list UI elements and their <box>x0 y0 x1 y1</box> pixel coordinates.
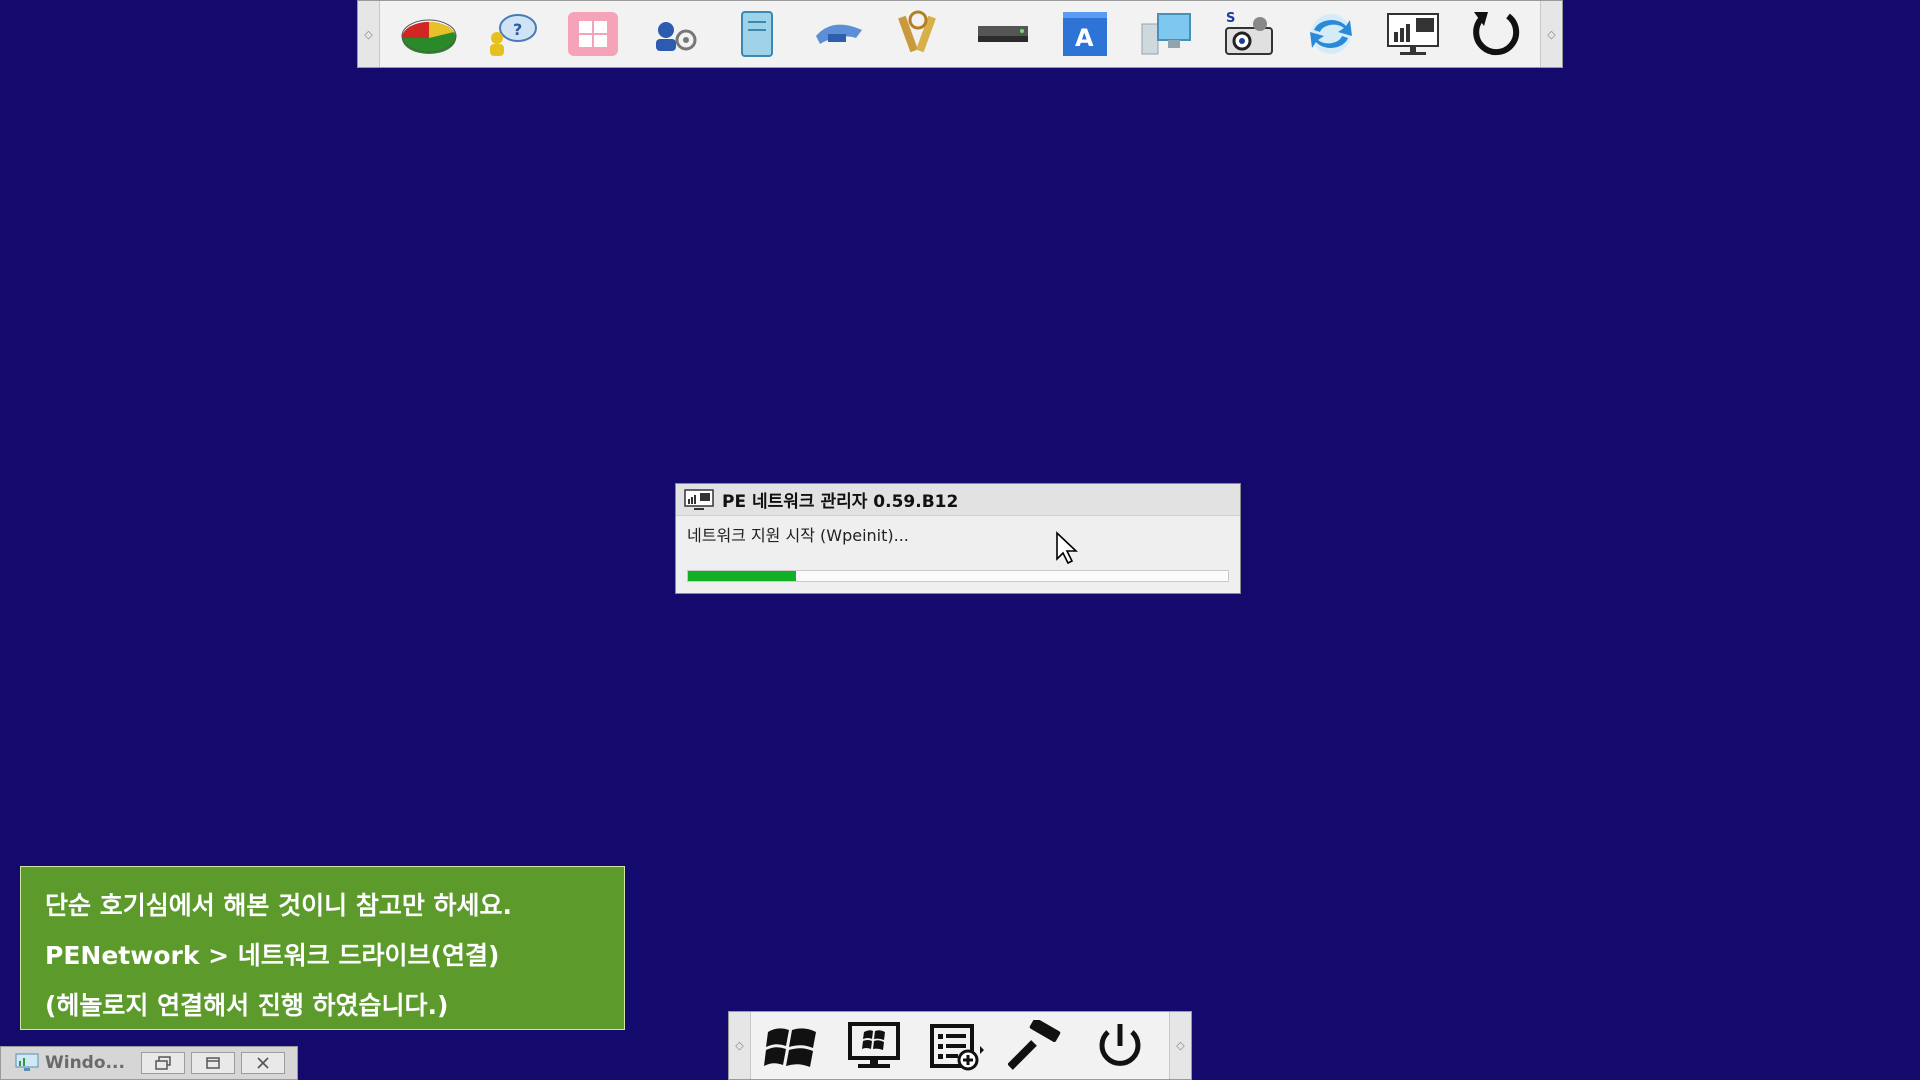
notice-line: 단순 호기심에서 해본 것이니 참고만 하세요. <box>45 891 513 920</box>
startbar-scroll-right-button[interactable]: ◇ <box>1169 1012 1191 1079</box>
startbar-scroll-left-button[interactable]: ◇ <box>729 1012 751 1079</box>
pe-network-manager-dialog: PE 네트워크 관리자 0.59.B12 네트워크 지원 시작 (Wpeinit… <box>675 483 1241 594</box>
progress-bar <box>687 570 1229 582</box>
progress-fill <box>688 571 796 581</box>
network-monitor-icon <box>684 488 714 510</box>
close-button[interactable] <box>241 1052 285 1074</box>
toolbar-icons: ? A S <box>380 1 1536 67</box>
text-editor-icon[interactable]: A <box>1044 4 1126 64</box>
tools-hammer-icon[interactable] <box>997 1016 1079 1076</box>
task-list-icon[interactable] <box>915 1016 997 1076</box>
dialog-status-text: 네트워크 지원 시작 (Wpeinit)... <box>687 526 909 545</box>
network-monitor-icon <box>15 1053 39 1071</box>
password-tools-icon[interactable] <box>880 4 962 64</box>
power-icon[interactable] <box>1079 1016 1161 1076</box>
maximize-button[interactable] <box>191 1052 235 1074</box>
network-monitor-icon[interactable] <box>1372 4 1454 64</box>
user-help-icon[interactable]: ? <box>470 4 552 64</box>
notice-line: (헤놀로지 연결해서 진행 하였습니다.) <box>45 991 449 1020</box>
dialog-title-bar: PE 네트워크 관리자 0.59.B12 <box>676 484 1240 516</box>
restore-button[interactable] <box>141 1052 185 1074</box>
sync-arrows-icon[interactable] <box>1290 4 1372 64</box>
notepad-icon[interactable] <box>716 4 798 64</box>
desktop-icon[interactable] <box>833 1016 915 1076</box>
dialog-title: PE 네트워크 관리자 0.59.B12 <box>722 492 959 512</box>
refresh-icon[interactable] <box>1454 4 1536 64</box>
windows-installer-icon[interactable] <box>552 4 634 64</box>
toolbar-scroll-left-button[interactable]: ◇ <box>358 1 380 67</box>
maximize-icon <box>206 1057 220 1069</box>
key-tool-icon[interactable] <box>798 4 880 64</box>
svg-text:S: S <box>1226 11 1235 26</box>
bottom-start-bar: ◇ ◇ <box>728 1011 1192 1080</box>
computer-manage-icon[interactable] <box>1126 4 1208 64</box>
restore-icon <box>155 1056 171 1070</box>
minimized-window-title: Windo... <box>45 1053 125 1073</box>
snapshot-camera-icon[interactable]: S <box>1208 4 1290 64</box>
drive-icon[interactable] <box>962 4 1044 64</box>
windows-start-icon[interactable] <box>751 1016 833 1076</box>
network-admin-icon[interactable] <box>634 4 716 64</box>
notice-line: PENetwork > 네트워크 드라이브(연결) <box>45 941 500 970</box>
close-icon <box>257 1057 269 1069</box>
svg-text:A: A <box>1075 24 1094 52</box>
svg-text:?: ? <box>513 20 522 39</box>
partition-disk-icon[interactable] <box>388 4 470 64</box>
notice-caption: 단순 호기심에서 해본 것이니 참고만 하세요. PENetwork > 네트워… <box>20 866 625 1030</box>
minimized-window[interactable]: Windo... <box>0 1046 298 1080</box>
mouse-cursor-icon <box>1056 531 1079 565</box>
top-launcher-bar: ◇ ? A S ◇ <box>357 0 1563 68</box>
toolbar-scroll-right-button[interactable]: ◇ <box>1540 1 1562 67</box>
